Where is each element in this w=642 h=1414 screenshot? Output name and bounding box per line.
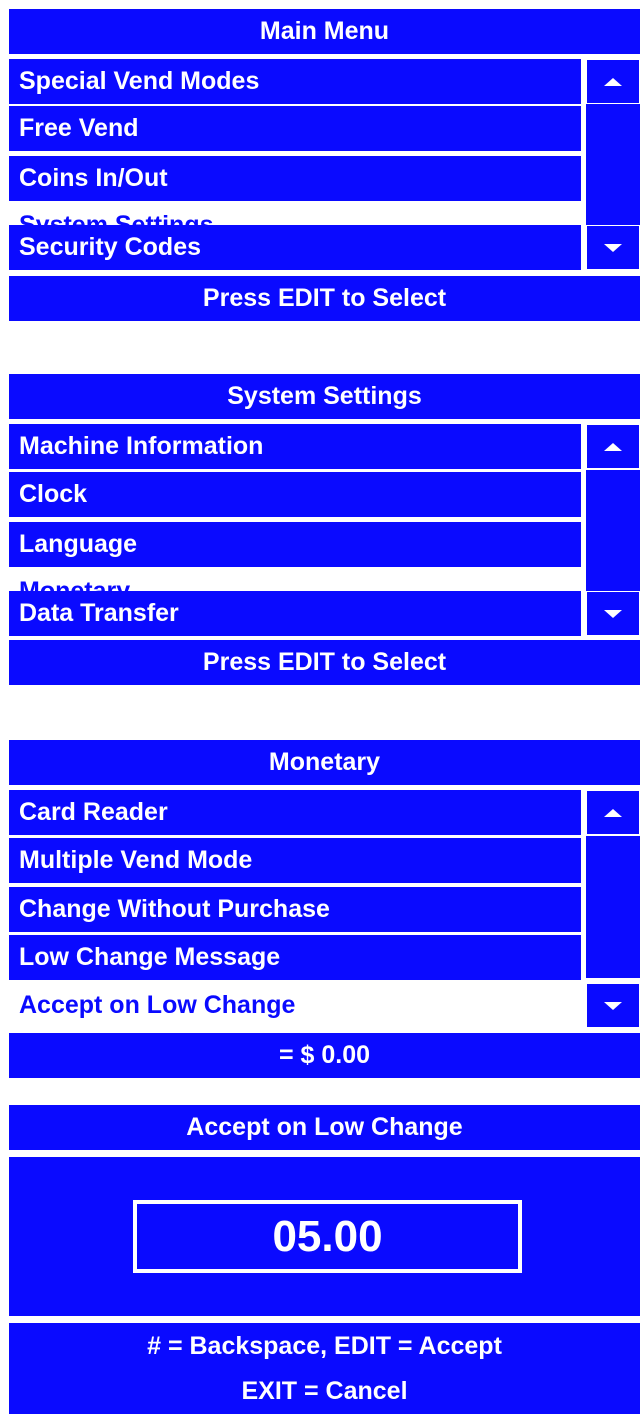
menu-item-change-without-purchase[interactable]: Change Without Purchase bbox=[9, 887, 581, 932]
scroll-down-button[interactable] bbox=[586, 983, 640, 1028]
triangle-up-icon bbox=[604, 442, 622, 451]
panel-title: Accept on Low Change bbox=[9, 1105, 640, 1150]
triangle-up-icon bbox=[604, 808, 622, 817]
panel-footer: Press EDIT to Select bbox=[9, 640, 640, 685]
scroll-up-button[interactable] bbox=[586, 59, 640, 104]
menu-item-multiple-vend-mode[interactable]: Multiple Vend Mode bbox=[9, 838, 581, 883]
menu-item-data-transfer[interactable]: Data Transfer bbox=[9, 591, 581, 636]
value-readout: = $ 0.00 bbox=[9, 1033, 640, 1078]
triangle-up-icon bbox=[604, 77, 622, 86]
menu-item-card-reader[interactable]: Card Reader bbox=[9, 790, 581, 835]
menu-item-clock[interactable]: Clock bbox=[9, 472, 581, 517]
menu-item-security-codes[interactable]: Security Codes bbox=[9, 225, 581, 270]
hint-line-2: EXIT = Cancel bbox=[241, 1376, 408, 1405]
menu-item-machine-information[interactable]: Machine Information bbox=[9, 424, 581, 469]
menu-item-language[interactable]: Language bbox=[9, 522, 581, 567]
menu-item-free-vend[interactable]: Free Vend bbox=[9, 106, 581, 151]
menu-item-coins-in-out[interactable]: Coins In/Out bbox=[9, 156, 581, 201]
triangle-down-icon bbox=[604, 1001, 622, 1010]
triangle-down-icon bbox=[604, 609, 622, 618]
panel-title: Main Menu bbox=[9, 9, 640, 54]
edit-panel-footer: # = Backspace, EDIT = Accept EXIT = Canc… bbox=[9, 1323, 640, 1414]
panel-title: System Settings bbox=[9, 374, 640, 419]
menu-item-low-change-message[interactable]: Low Change Message bbox=[9, 935, 581, 980]
hint-line-1: # = Backspace, EDIT = Accept bbox=[147, 1331, 502, 1360]
panel-footer: Press EDIT to Select bbox=[9, 276, 640, 321]
scroll-down-button[interactable] bbox=[586, 591, 640, 636]
scroll-up-button[interactable] bbox=[586, 790, 640, 835]
menu-item-accept-on-low-change[interactable]: Accept on Low Change bbox=[9, 983, 581, 1028]
value-entry-field[interactable]: 05.00 bbox=[133, 1200, 522, 1273]
triangle-down-icon bbox=[604, 243, 622, 252]
scroll-up-button[interactable] bbox=[586, 424, 640, 469]
panel-title: Monetary bbox=[9, 740, 640, 785]
menu-item-special-vend-modes[interactable]: Special Vend Modes bbox=[9, 59, 581, 104]
scrollbar-track[interactable] bbox=[586, 836, 640, 978]
scroll-down-button[interactable] bbox=[586, 225, 640, 270]
